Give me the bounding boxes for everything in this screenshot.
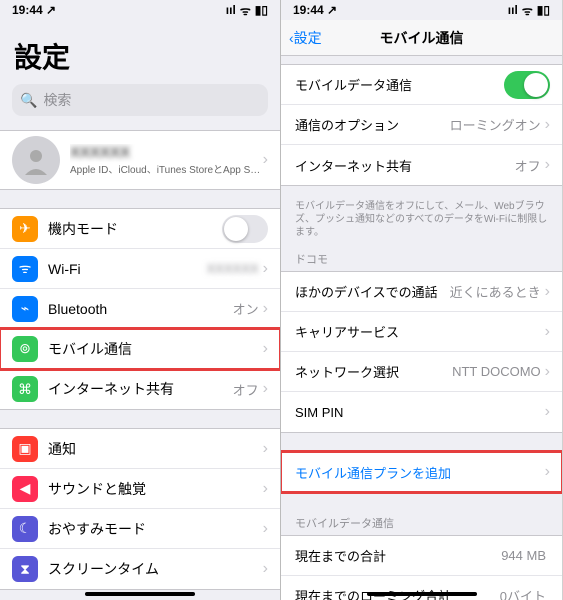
- connectivity-group: ✈︎機内モードᯤWi-FiXXXXXX›⌁Bluetoothオン›⊚モバイル通信…: [0, 208, 280, 410]
- add-plan-group: モバイル通信プランを追加›: [281, 451, 562, 493]
- cell-label: スクリーンタイム: [48, 559, 263, 579]
- cell-icon: ▣: [12, 436, 38, 462]
- avatar: [12, 136, 60, 184]
- apple-id-cell[interactable]: XXXXXX Apple ID、iCloud、iTunes StoreとApp …: [0, 131, 280, 189]
- group-footer: モバイルデータ通信をオフにして、メール、Webブラウズ、プッシュ通知などのすべて…: [281, 196, 562, 247]
- chevron-right-icon: ›: [545, 463, 550, 481]
- section-header: モバイルデータ通信: [281, 511, 562, 535]
- cell-label: キャリアサービス: [295, 322, 545, 341]
- cellular-data-group: モバイルデータ通信通信のオプションローミングオン›インターネット共有オフ›: [281, 64, 562, 186]
- settings-cell[interactable]: ᯤ Wi-FiXXXXXX ›: [0, 249, 280, 289]
- settings-cell[interactable]: 現在までのローミング合計0バイト: [281, 576, 562, 600]
- toggle-switch[interactable]: [504, 71, 550, 99]
- cell-icon: ◀︎: [12, 476, 38, 502]
- settings-cell[interactable]: ☾ おやすみモード›: [0, 509, 280, 549]
- cell-icon: ✈︎: [12, 216, 38, 242]
- section-header: ドコモ: [281, 247, 562, 271]
- chevron-right-icon: ›: [545, 283, 550, 301]
- cell-label: 通信のオプション: [295, 115, 450, 134]
- cell-detail: オフ: [233, 380, 259, 399]
- settings-cell[interactable]: ネットワーク選択NTT DOCOMO ›: [281, 352, 562, 392]
- settings-cell[interactable]: モバイルデータ通信: [281, 65, 562, 105]
- cell-icon: ᯤ: [12, 256, 38, 282]
- settings-cell[interactable]: 現在までの合計944 MB: [281, 536, 562, 576]
- cell-label: インターネット共有: [295, 156, 515, 175]
- cell-detail: 近くにあるとき: [450, 282, 541, 301]
- cell-detail: 944 MB: [501, 548, 546, 563]
- settings-main-screen: 19:44 ↗ ıılᯤ▮▯ 設定 🔍 検索 XXXXXX Apple ID、i…: [0, 0, 281, 600]
- status-bar: 19:44 ↗ ıılᯤ▮▯: [0, 0, 280, 20]
- cell-detail: NTT DOCOMO: [452, 364, 541, 379]
- cell-icon: ⌁: [12, 296, 38, 322]
- cell-label: Bluetooth: [48, 301, 233, 317]
- cell-label: モバイル通信プランを追加: [295, 463, 545, 482]
- chevron-right-icon: ›: [263, 440, 268, 458]
- settings-cell[interactable]: ◀︎ サウンドと触覚›: [0, 469, 280, 509]
- settings-cell[interactable]: ✈︎ 機内モード: [0, 209, 280, 249]
- cell-label: おやすみモード: [48, 519, 263, 539]
- cell-label: SIM PIN: [295, 405, 545, 420]
- cellular-settings-screen: 19:44 ↗ ıılᯤ▮▯ ‹ 設定 モバイル通信 モバイルデータ通信通信のオ…: [281, 0, 562, 600]
- cell-label: Wi-Fi: [48, 261, 207, 277]
- settings-cell[interactable]: ▣ 通知›: [0, 429, 280, 469]
- chevron-right-icon: ›: [263, 380, 268, 398]
- cell-detail: オン: [233, 299, 259, 318]
- settings-cell[interactable]: ⊚ モバイル通信›: [0, 329, 280, 369]
- settings-cell[interactable]: ほかのデバイスでの通話近くにあるとき›: [281, 272, 562, 312]
- cell-label: インターネット共有: [48, 379, 233, 399]
- cell-label: ネットワーク選択: [295, 362, 452, 381]
- chevron-right-icon: ›: [263, 520, 268, 538]
- cell-label: 現在までの合計: [295, 546, 501, 565]
- carrier-group: ほかのデバイスでの通話近くにあるとき›キャリアサービス›ネットワーク選択NTT …: [281, 271, 562, 433]
- settings-cell[interactable]: 通信のオプションローミングオン›: [281, 105, 562, 145]
- chevron-right-icon: ›: [263, 151, 268, 169]
- settings-cell[interactable]: キャリアサービス›: [281, 312, 562, 352]
- nav-title: モバイル通信: [380, 28, 464, 48]
- nav-bar: ‹ 設定 モバイル通信: [281, 20, 562, 56]
- settings-cell[interactable]: ⌁ Bluetoothオン›: [0, 289, 280, 329]
- chevron-right-icon: ›: [545, 363, 550, 381]
- cell-label: 通知: [48, 439, 263, 459]
- cell-icon: ☾: [12, 516, 38, 542]
- home-indicator[interactable]: [85, 592, 195, 596]
- page-title: 設定: [0, 20, 280, 84]
- chevron-right-icon: ›: [263, 340, 268, 358]
- cell-detail: XXXXXX: [207, 261, 259, 276]
- cell-icon: ⊚: [12, 336, 38, 362]
- settings-cell[interactable]: ⧗ スクリーンタイム›: [0, 549, 280, 589]
- chevron-right-icon: ›: [545, 323, 550, 341]
- chevron-right-icon: ›: [263, 260, 268, 278]
- cell-label: モバイルデータ通信: [295, 75, 504, 94]
- cell-label: ほかのデバイスでの通話: [295, 282, 450, 301]
- chevron-right-icon: ›: [545, 403, 550, 421]
- toggle-switch[interactable]: [222, 215, 268, 243]
- cell-icon: ⌘: [12, 376, 38, 402]
- search-input[interactable]: 🔍 検索: [12, 84, 268, 116]
- back-button[interactable]: ‹ 設定: [289, 28, 322, 48]
- chevron-right-icon: ›: [263, 300, 268, 318]
- chevron-right-icon: ›: [263, 480, 268, 498]
- cell-label: 機内モード: [48, 219, 222, 239]
- usage-group: 現在までの合計944 MB現在までのローミング合計0バイトSpotify300 …: [281, 535, 562, 600]
- cell-detail: ローミングオン: [450, 115, 541, 134]
- settings-cell[interactable]: SIM PIN›: [281, 392, 562, 432]
- settings-cell[interactable]: モバイル通信プランを追加›: [281, 452, 562, 492]
- cell-label: サウンドと触覚: [48, 479, 263, 499]
- cell-label: モバイル通信: [48, 339, 263, 359]
- settings-cell[interactable]: インターネット共有オフ›: [281, 145, 562, 185]
- chevron-right-icon: ›: [545, 156, 550, 174]
- home-indicator[interactable]: [367, 592, 477, 596]
- cell-detail: 0バイト: [500, 586, 546, 600]
- cell-icon: ⧗: [12, 556, 38, 582]
- cell-detail: オフ: [515, 156, 541, 175]
- apple-id-group: XXXXXX Apple ID、iCloud、iTunes StoreとApp …: [0, 130, 280, 190]
- settings-cell[interactable]: ⌘ インターネット共有オフ›: [0, 369, 280, 409]
- status-bar: 19:44 ↗ ıılᯤ▮▯: [281, 0, 562, 20]
- search-icon: 🔍: [20, 92, 37, 109]
- notifications-group: ▣通知›◀︎サウンドと触覚›☾おやすみモード›⧗スクリーンタイム›: [0, 428, 280, 590]
- chevron-right-icon: ›: [545, 116, 550, 134]
- chevron-right-icon: ›: [263, 560, 268, 578]
